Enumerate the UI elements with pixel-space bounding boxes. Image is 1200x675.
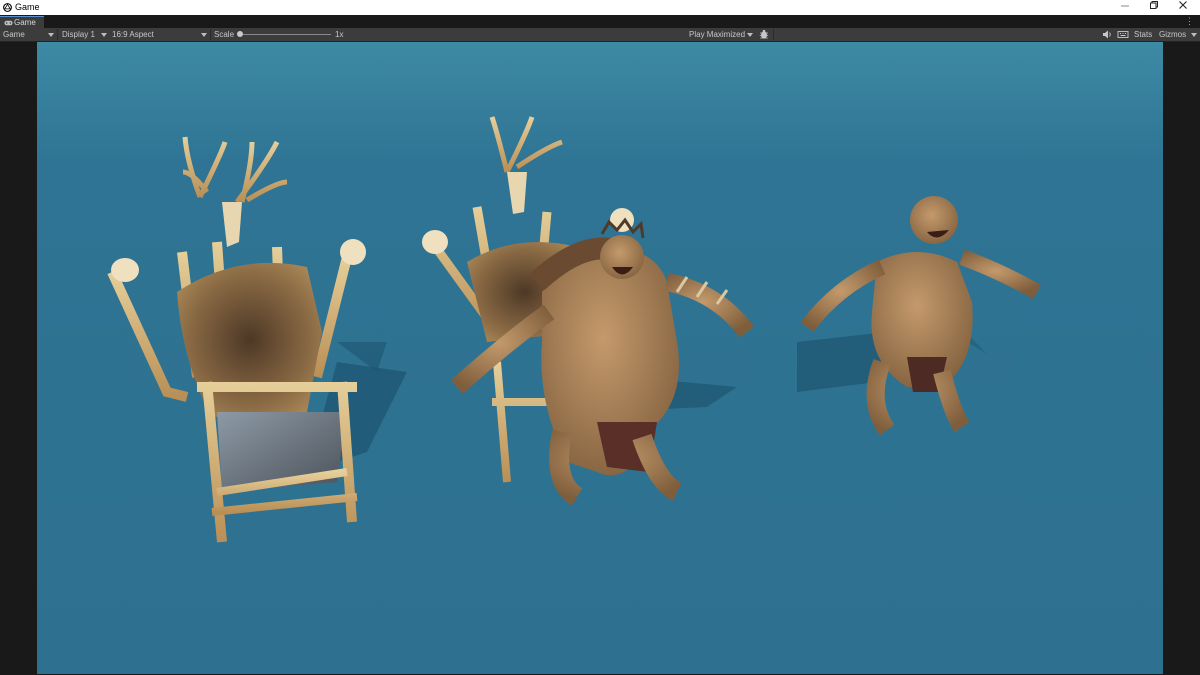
scale-slider-thumb[interactable] <box>237 31 243 37</box>
toolbar-divider <box>210 29 211 40</box>
tab-strip: Game ⋮ <box>0 15 1200 29</box>
minimize-icon <box>1121 5 1129 7</box>
stats-button[interactable]: Stats <box>1134 30 1152 39</box>
restore-button[interactable] <box>1140 0 1168 15</box>
bug-icon[interactable] <box>757 29 771 40</box>
aspect-dropdown[interactable]: 16:9 Aspect <box>112 30 154 39</box>
gamepad-icon <box>4 20 13 26</box>
chevron-down-icon <box>201 33 207 37</box>
throne-chair-model <box>107 136 407 543</box>
gizmos-button[interactable]: Gizmos <box>1159 30 1186 39</box>
scale-slider-track[interactable] <box>239 34 331 35</box>
toolbar-divider <box>57 29 58 40</box>
play-mode-dropdown[interactable]: Play Maximized <box>689 30 745 39</box>
close-icon <box>1179 1 1187 9</box>
game-viewport[interactable] <box>37 42 1163 674</box>
restore-icon <box>1150 1 1158 9</box>
chevron-down-icon <box>48 33 54 37</box>
chevron-down-icon <box>747 33 753 37</box>
scale-label: Scale <box>214 30 235 39</box>
game-toolbar: Game Display 1 16:9 Aspect Scale 1x Play… <box>0 28 1200 42</box>
minimize-button[interactable] <box>1111 0 1139 15</box>
keyboard-icon[interactable] <box>1116 29 1130 40</box>
ogre-model <box>797 196 1041 436</box>
close-button[interactable] <box>1169 0 1197 15</box>
scale-value: 1x <box>335 30 344 39</box>
display-dropdown[interactable]: Display 1 <box>62 30 95 39</box>
more-options-icon[interactable]: ⋮ <box>1185 16 1194 27</box>
chevron-down-icon <box>1191 33 1197 37</box>
speaker-icon[interactable] <box>1100 29 1114 40</box>
mode-dropdown[interactable]: Game <box>3 30 25 39</box>
toolbar-divider <box>773 29 774 40</box>
tab-label: Game <box>14 18 36 27</box>
window-title: Game <box>15 2 40 12</box>
unity-logo-icon <box>3 3 12 12</box>
window-titlebar: Game <box>0 0 1200 15</box>
chevron-down-icon <box>101 33 107 37</box>
